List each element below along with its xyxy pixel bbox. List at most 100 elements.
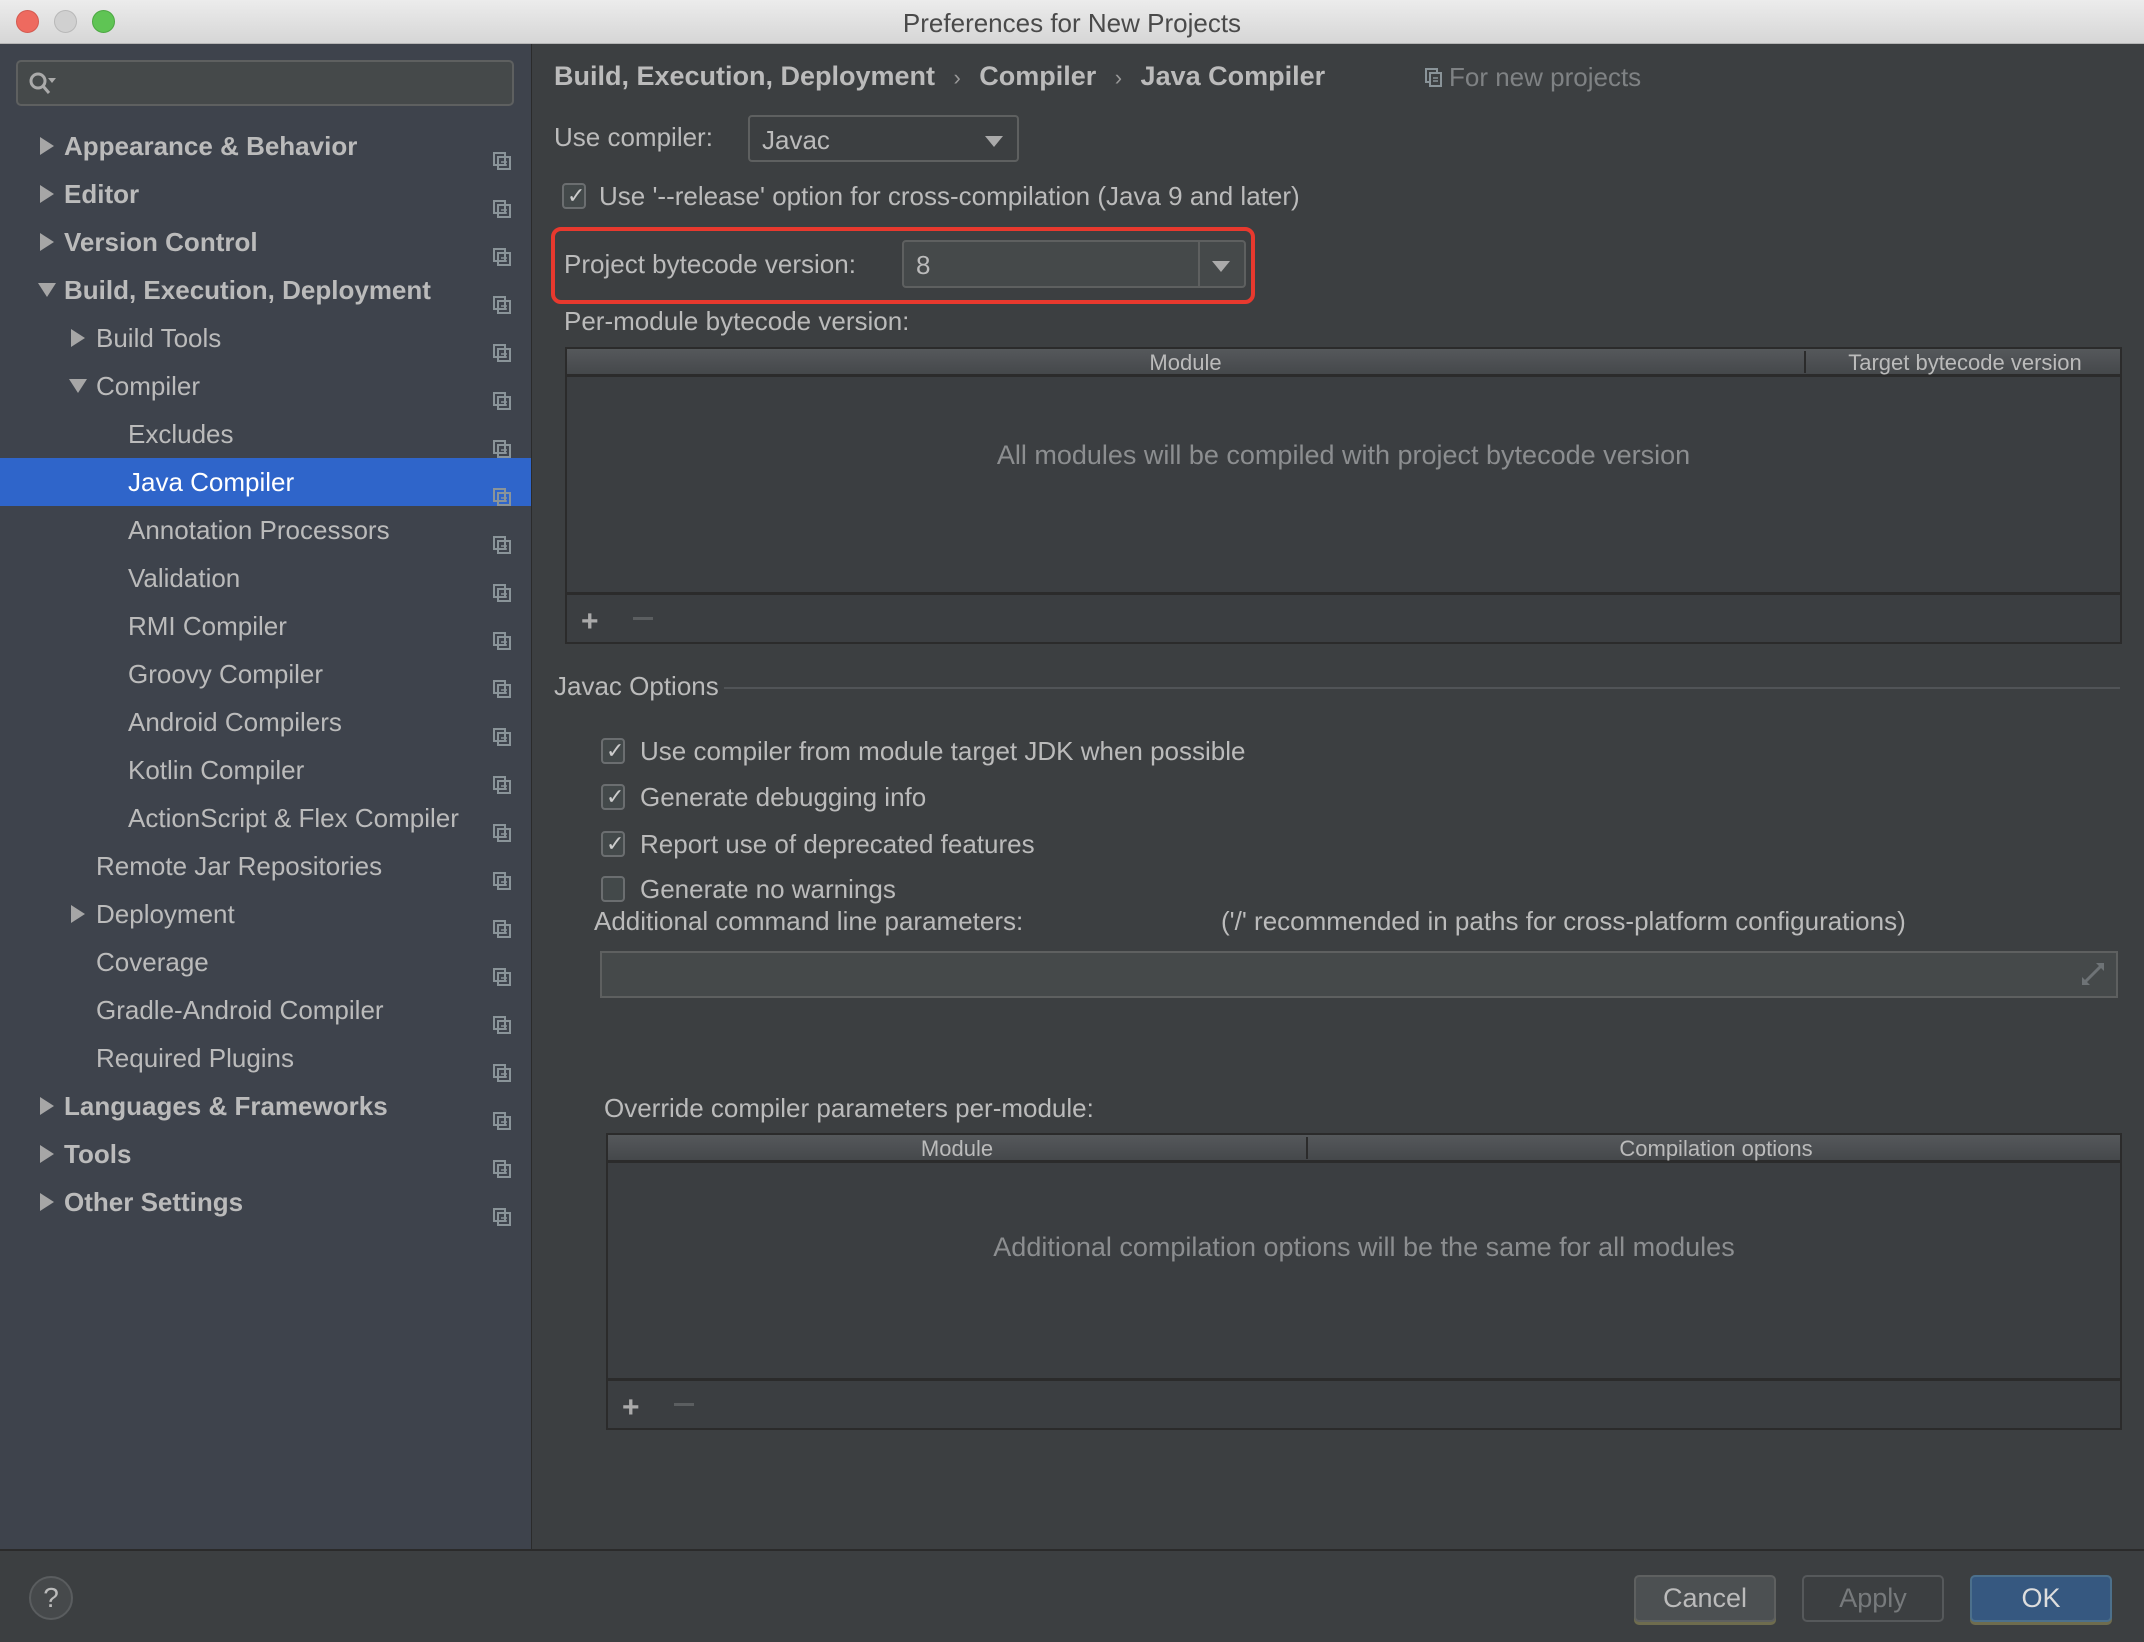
per-module-label: Per-module bytecode version:: [564, 306, 910, 336]
copy-settings-icon: [493, 617, 511, 650]
expanded-arrow-icon[interactable]: [37, 266, 57, 314]
sidebar-item[interactable]: ActionScript & Flex Compiler: [0, 794, 531, 842]
sidebar-item[interactable]: RMI Compiler: [0, 602, 531, 650]
sidebar-item[interactable]: Build, Execution, Deployment: [0, 266, 531, 314]
column-header-compilation-options[interactable]: Compilation options: [1308, 1136, 2124, 1162]
copy-settings-icon: [493, 425, 511, 458]
help-button[interactable]: ?: [29, 1576, 73, 1620]
sidebar-item-label: Kotlin Compiler: [128, 755, 305, 785]
copy-settings-icon: [1425, 68, 1442, 87]
copy-settings-icon: [493, 713, 511, 746]
release-option-checkbox[interactable]: ✓: [562, 183, 586, 209]
copy-settings-icon: [493, 329, 511, 362]
javac-options-title: Javac Options: [554, 671, 719, 701]
sidebar-item-label: Remote Jar Repositories: [96, 851, 383, 881]
copy-settings-icon: [493, 1049, 511, 1082]
sidebar-item[interactable]: Annotation Processors: [0, 506, 531, 554]
copy-settings-icon: [493, 377, 511, 410]
checkmark-icon: ✓: [567, 183, 586, 208]
checkmark-icon: ✓: [606, 784, 625, 809]
sidebar-item[interactable]: Required Plugins: [0, 1034, 531, 1082]
sidebar-item-label: Appearance & Behavior: [64, 131, 358, 161]
copy-settings-icon: [493, 665, 511, 698]
collapsed-arrow-icon[interactable]: [37, 1178, 57, 1226]
sidebar-item-label: Android Compilers: [128, 707, 342, 737]
collapsed-arrow-icon[interactable]: [37, 170, 57, 218]
sidebar-item[interactable]: Tools: [0, 1130, 531, 1178]
sidebar-item[interactable]: Groovy Compiler: [0, 650, 531, 698]
sidebar-item[interactable]: Kotlin Compiler: [0, 746, 531, 794]
apply-button[interactable]: Apply: [1802, 1575, 1944, 1622]
expand-icon[interactable]: [2080, 961, 2106, 987]
copy-settings-icon: [493, 569, 511, 602]
sidebar-item[interactable]: Other Settings: [0, 1178, 531, 1226]
remove-icon[interactable]: [633, 617, 653, 620]
collapsed-arrow-icon[interactable]: [37, 1082, 57, 1130]
copy-settings-icon: [493, 233, 511, 266]
chevron-down-icon[interactable]: [1212, 261, 1230, 272]
scope-indicator: For new projects: [1425, 62, 1641, 93]
sidebar-item[interactable]: Compiler: [0, 362, 531, 410]
sidebar-item[interactable]: Appearance & Behavior: [0, 122, 531, 170]
javac-option-checkbox[interactable]: ✓: [601, 784, 625, 810]
column-header-module[interactable]: Module: [567, 350, 1804, 376]
sidebar-item-label: Excludes: [128, 419, 234, 449]
javac-option-checkbox[interactable]: ✓: [601, 831, 625, 857]
add-icon[interactable]: +: [622, 1391, 640, 1425]
javac-option-checkbox[interactable]: ✓: [601, 738, 625, 764]
column-header-module[interactable]: Module: [608, 1136, 1306, 1162]
copy-settings-icon: [493, 905, 511, 938]
window-title: Preferences for New Projects: [902, 8, 1242, 38]
collapsed-arrow-icon[interactable]: [37, 122, 57, 170]
collapsed-arrow-icon[interactable]: [68, 890, 88, 938]
sidebar-item[interactable]: Deployment: [0, 890, 531, 938]
sidebar-item[interactable]: Java Compiler: [0, 458, 531, 506]
scope-label: For new projects: [1449, 62, 1642, 92]
sidebar-item-label: Coverage: [96, 947, 209, 977]
breadcrumb-separator: ›: [1114, 65, 1123, 90]
javac-option-label: Use compiler from module target JDK when…: [640, 736, 1246, 766]
remove-icon[interactable]: [674, 1403, 694, 1406]
javac-option-label: Generate no warnings: [640, 874, 896, 904]
sidebar-item[interactable]: Excludes: [0, 410, 531, 458]
checkmark-icon: ✓: [606, 831, 625, 856]
release-option-label: Use '--release' option for cross-compila…: [599, 181, 1300, 211]
sidebar-item[interactable]: Build Tools: [0, 314, 531, 362]
table-header: Module Target bytecode version: [567, 349, 2120, 377]
javac-option-checkbox[interactable]: [601, 876, 625, 902]
cancel-button[interactable]: Cancel: [1634, 1575, 1776, 1622]
sidebar-item[interactable]: Gradle-Android Compiler: [0, 986, 531, 1034]
chevron-down-icon: [985, 136, 1003, 147]
breadcrumb-separator: ›: [953, 65, 961, 90]
settings-search-input[interactable]: [16, 60, 514, 106]
use-compiler-dropdown[interactable]: Javac: [748, 115, 1019, 162]
add-icon[interactable]: +: [581, 605, 599, 639]
search-icon: [29, 72, 56, 94]
additional-params-hint: ('/' recommended in paths for cross-plat…: [1221, 906, 1906, 936]
sidebar-item[interactable]: Android Compilers: [0, 698, 531, 746]
sidebar-item[interactable]: Version Control: [0, 218, 531, 266]
sidebar-item[interactable]: Remote Jar Repositories: [0, 842, 531, 890]
table-header: Module Compilation options: [608, 1135, 2120, 1163]
sidebar-item-label: Compiler: [96, 371, 201, 401]
sidebar-item[interactable]: Coverage: [0, 938, 531, 986]
use-compiler-value: Javac: [762, 125, 830, 155]
sidebar-item[interactable]: Languages & Frameworks: [0, 1082, 531, 1130]
additional-params-input[interactable]: [600, 951, 2118, 998]
bytecode-version-combobox[interactable]: 8: [902, 240, 1246, 288]
sidebar-item[interactable]: Editor: [0, 170, 531, 218]
collapsed-arrow-icon[interactable]: [37, 218, 57, 266]
copy-settings-icon: [493, 1193, 511, 1226]
expanded-arrow-icon[interactable]: [68, 362, 88, 410]
sidebar-item-label: Build Tools: [96, 323, 222, 353]
copy-settings-icon: [493, 1001, 511, 1034]
sidebar-item[interactable]: Validation: [0, 554, 531, 602]
column-header-target-version[interactable]: Target bytecode version: [1806, 350, 2124, 376]
javac-option-label: Report use of deprecated features: [640, 829, 1035, 859]
ok-button[interactable]: OK: [1970, 1575, 2112, 1622]
sidebar-item-label: Groovy Compiler: [128, 659, 324, 689]
collapsed-arrow-icon[interactable]: [68, 314, 88, 362]
collapsed-arrow-icon[interactable]: [37, 1130, 57, 1178]
copy-settings-icon: [493, 137, 511, 170]
sidebar-item-label: Java Compiler: [128, 467, 295, 497]
